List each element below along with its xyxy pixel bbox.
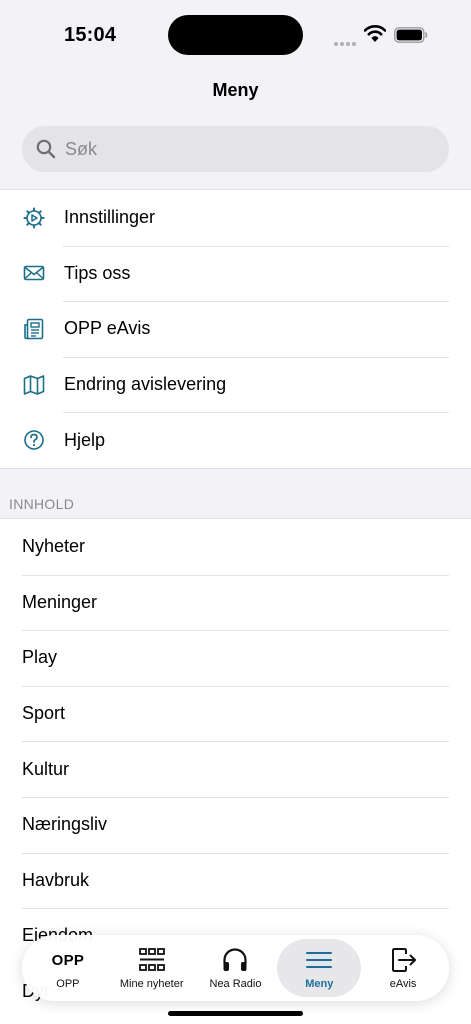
mail-icon xyxy=(23,262,45,284)
status-bar: 15:04 xyxy=(0,0,471,70)
headphones-icon xyxy=(223,948,248,971)
menu-item-label: OPP eAvis xyxy=(64,318,151,339)
help-icon xyxy=(23,429,45,451)
hamburger-menu-icon xyxy=(306,952,333,968)
opp-logo: OPP xyxy=(51,951,85,969)
home-indicator[interactable] xyxy=(168,1011,303,1016)
tab-label: Meny xyxy=(305,978,334,990)
menu-item-label: Endring avislevering xyxy=(64,374,227,395)
dynamic-island xyxy=(168,15,303,55)
grid-icon xyxy=(138,948,165,971)
tab-mine-nyheter[interactable]: Mine nyheter xyxy=(110,939,194,997)
tab-label: Nea Radio xyxy=(209,978,262,990)
menu-item-delivery-change[interactable]: Endring avislevering xyxy=(0,356,471,413)
search-input[interactable] xyxy=(65,138,425,160)
menu-item-eavis[interactable]: OPP eAvis xyxy=(0,301,471,357)
content-item-havbruk[interactable]: Havbruk xyxy=(0,852,471,909)
menu-item-help[interactable]: Hjelp xyxy=(0,412,471,468)
section-header-content: INNHOLD xyxy=(9,496,75,512)
content-item-kultur[interactable]: Kultur xyxy=(0,741,471,797)
tab-meny[interactable]: Meny xyxy=(277,939,362,997)
content-item-meninger[interactable]: Meninger xyxy=(0,574,471,631)
menu-item-settings[interactable]: Innstillinger xyxy=(0,190,471,246)
tab-bar: OPP OPP Mine nyheter Nea Radio Meny eAvi… xyxy=(22,935,449,1001)
tab-label: eAvis xyxy=(389,978,417,990)
settings-icon xyxy=(23,207,45,229)
menu-item-label: Tips oss xyxy=(64,262,131,283)
tab-label: Mine nyheter xyxy=(119,978,184,990)
battery-icon xyxy=(394,27,428,43)
content-item-play[interactable]: Play xyxy=(0,630,471,686)
tab-label: OPP xyxy=(56,978,80,990)
content-item-naeringsliv[interactable]: Næringsliv xyxy=(0,796,471,853)
tab-nea-radio[interactable]: Nea Radio xyxy=(194,939,278,997)
status-time: 15:04 xyxy=(64,24,117,46)
menu-list: Innstillinger Tips oss OPP eAvis Endring… xyxy=(0,189,471,469)
content-item-nyheter[interactable]: Nyheter xyxy=(0,519,471,575)
exit-icon xyxy=(392,948,417,972)
tab-opp[interactable]: OPP OPP xyxy=(26,939,110,997)
content-item-sport[interactable]: Sport xyxy=(0,685,471,742)
newspaper-icon xyxy=(23,318,45,340)
signal-dots-icon xyxy=(334,33,358,51)
search-icon xyxy=(36,139,56,159)
page-title: Meny xyxy=(212,80,259,100)
map-icon xyxy=(23,374,45,396)
menu-item-tips[interactable]: Tips oss xyxy=(0,245,471,302)
search-bar[interactable] xyxy=(22,126,449,172)
wifi-icon xyxy=(364,25,386,42)
menu-item-label: Hjelp xyxy=(64,429,106,450)
tab-eavis[interactable]: eAvis xyxy=(361,939,445,997)
menu-item-label: Innstillinger xyxy=(64,207,156,228)
